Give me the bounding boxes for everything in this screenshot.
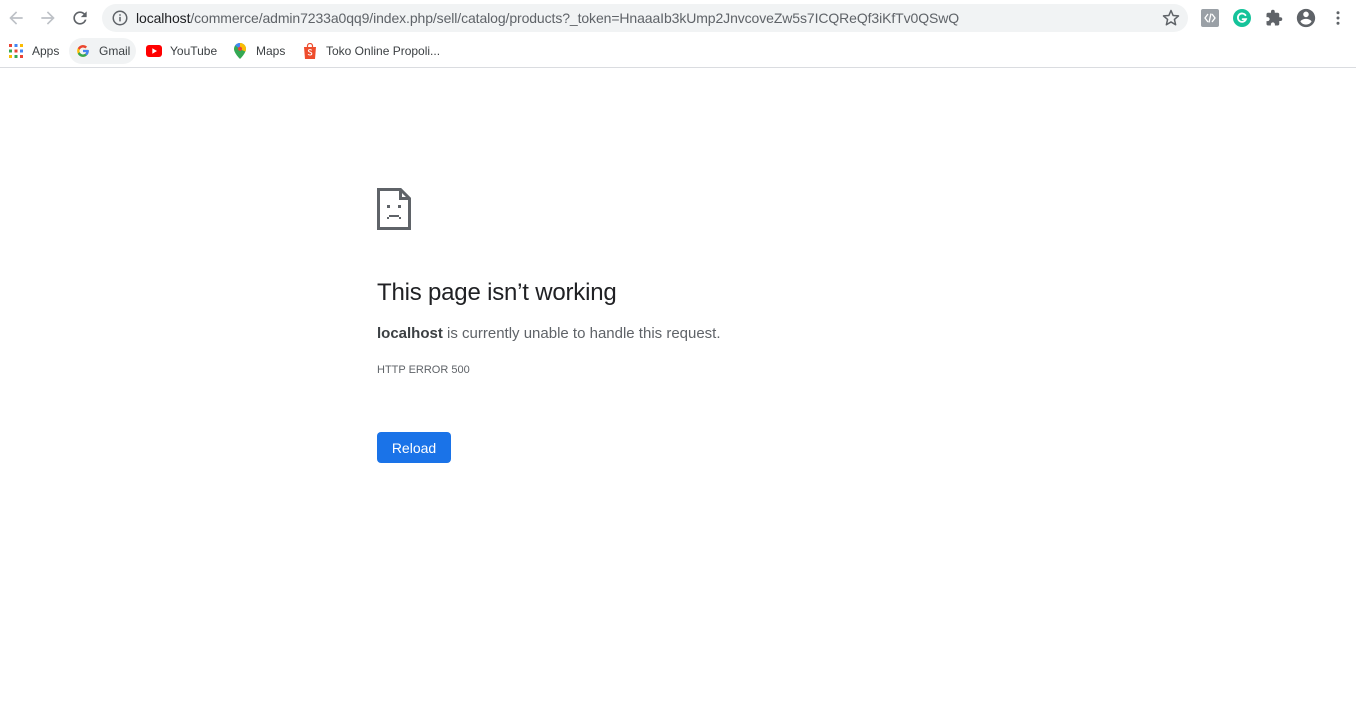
more-vert-icon [1336,11,1340,25]
error-message: is currently unable to handle this reque… [442,325,721,342]
star-icon[interactable] [1162,9,1180,27]
reload-button[interactable]: Reload [377,432,451,463]
back-button[interactable] [2,4,30,32]
puzzle-extensions-icon [1266,9,1283,26]
reload-icon [73,11,87,25]
bookmark-youtube[interactable]: YouTube [140,38,223,64]
url-path: /commerce/admin7233a0qq9/index.php/sell/… [190,10,960,26]
profile-button[interactable] [1295,7,1317,29]
bookmarks-bar: Apps Gmail YouTube Maps Toko Online Prop… [0,36,1356,68]
bookmark-gmail[interactable]: Gmail [69,38,137,64]
forward-button[interactable] [34,4,62,32]
error-code: HTTP ERROR 500 [377,364,470,376]
maps-pin-icon [232,43,248,59]
apps-grid-icon [8,43,24,59]
bookmark-label: Apps [32,44,60,58]
reload-page-button[interactable] [66,4,94,32]
google-g-icon [75,43,91,59]
extensions-button[interactable] [1264,8,1284,28]
url-host: localhost [136,10,191,26]
shopee-icon [302,43,318,59]
code-view-extension-button[interactable] [1200,8,1220,28]
arrow-right-icon [41,11,55,25]
address-bar[interactable]: localhost/commerce/admin7233a0qq9/index.… [102,4,1188,32]
youtube-icon [146,43,162,59]
bookmark-maps[interactable]: Maps [226,38,291,64]
error-description: localhost is currently unable to handle … [377,325,721,343]
bookmark-label: Gmail [99,44,131,58]
grammarly-extension-button[interactable] [1232,8,1252,28]
browser-toolbar: localhost/commerce/admin7233a0qq9/index.… [0,0,1356,36]
bookmark-label: YouTube [170,44,218,58]
page-title: This page isn’t working [377,279,617,306]
sad-page-icon [377,188,411,230]
profile-avatar-icon [1296,8,1316,28]
bookmark-label: Maps [256,44,286,58]
url-text[interactable]: localhost/commerce/admin7233a0qq9/index.… [136,10,959,26]
error-host: localhost [377,325,443,342]
info-icon[interactable] [111,9,129,27]
bookmark-apps[interactable]: Apps [2,38,65,64]
bookmark-toko-online[interactable]: Toko Online Propoli... [296,38,446,64]
bookmark-label: Toko Online Propoli... [326,44,441,58]
code-view-icon [1201,9,1219,27]
browser-menu-button[interactable] [1328,8,1348,28]
arrow-left-icon [9,11,23,25]
grammarly-icon [1233,9,1251,27]
